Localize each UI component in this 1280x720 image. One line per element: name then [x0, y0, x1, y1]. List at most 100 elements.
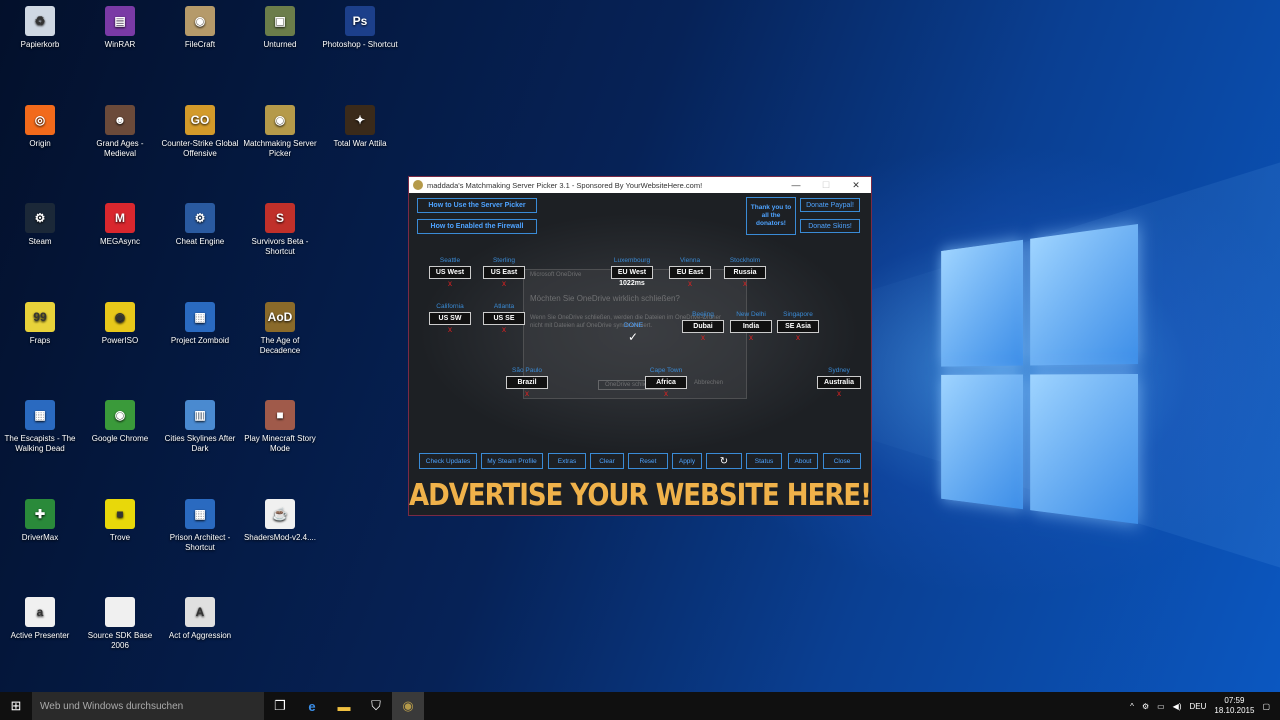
desktop-icon[interactable]: ▥ Cities Skylines After Dark	[160, 400, 240, 454]
server-button[interactable]: EU East	[669, 266, 711, 279]
server-button[interactable]: Africa	[645, 376, 687, 389]
desktop-icon[interactable]: ⚙ Cheat Engine	[160, 203, 240, 247]
maximize-button[interactable]: ☐	[811, 180, 841, 191]
desktop-icon[interactable]: GO Counter-Strike Global Offensive	[160, 105, 240, 159]
toolbar-reset-button[interactable]: Reset	[628, 453, 668, 469]
desktop-icon[interactable]: ▤ WinRAR	[80, 6, 160, 50]
server-button[interactable]: US SW	[429, 312, 471, 325]
server-unreachable-icon: x	[429, 325, 471, 335]
desktop-icon[interactable]: AoD The Age of Decadence	[240, 302, 320, 356]
server-button[interactable]: Dubai	[682, 320, 724, 333]
server-brazil[interactable]: São Paulo Brazil x	[506, 367, 548, 399]
volume-icon[interactable]: ◀)	[1173, 702, 1182, 711]
server-india[interactable]: New Delhi India x	[730, 311, 772, 343]
desktop-icon[interactable]: ▣ Unturned	[240, 6, 320, 50]
close-button[interactable]: ✕	[841, 180, 871, 191]
server-africa[interactable]: Cape Town Africa x	[645, 367, 687, 399]
donate-paypal-button[interactable]: Donate Paypal!	[800, 198, 860, 212]
desktop-icon-label: Steam	[0, 237, 80, 247]
desktop-icon[interactable]: ▦ Project Zomboid	[160, 302, 240, 346]
escapists-icon: ▦	[25, 400, 55, 430]
tray-expand-icon[interactable]: ^	[1130, 702, 1134, 711]
desktop-icon[interactable]: ⚙ Steam	[0, 203, 80, 247]
search-box[interactable]: Web und Windows durchsuchen	[32, 692, 264, 720]
onedrive-cancel-button[interactable]: Abbrechen	[694, 380, 723, 386]
server-picker-taskbar-icon[interactable]: ◉	[392, 692, 424, 720]
toolbar-clear-button[interactable]: Clear	[590, 453, 624, 469]
server-button[interactable]: Russia	[724, 266, 766, 279]
server-picker-window: maddada's Matchmaking Server Picker 3.1 …	[408, 176, 872, 516]
donate-skins-button[interactable]: Donate Skins!	[800, 219, 860, 233]
server-eu-west[interactable]: Luxembourg EU West 1022ms	[611, 257, 653, 289]
desktop-icon[interactable]: 99 Fraps	[0, 302, 80, 346]
steam-tray-icon[interactable]: ⚙	[1142, 702, 1149, 711]
server-button[interactable]: EU West	[611, 266, 653, 279]
server-unreachable-icon: x	[730, 333, 772, 343]
toolbar-about-button[interactable]: About	[788, 453, 818, 469]
toolbar-extras-button[interactable]: Extras	[548, 453, 586, 469]
toolbar-check-updates-button[interactable]: Check Updates	[419, 453, 477, 469]
firewall-button[interactable]: How to Enabled the Firewall	[417, 219, 537, 234]
desktop-icon[interactable]: ◉ Google Chrome	[80, 400, 160, 444]
server-dubai[interactable]: Beejing Dubai x	[682, 311, 724, 343]
desktop-icon[interactable]: Ps Photoshop - Shortcut	[320, 6, 400, 50]
desktop-icon[interactable]: A Act of Aggression	[160, 597, 240, 641]
desktop-icon[interactable]: S Survivors Beta - Shortcut	[240, 203, 320, 257]
desktop-icon[interactable]: ◎ Origin	[0, 105, 80, 149]
desktop-icon[interactable]: ■ Trove	[80, 499, 160, 543]
server-city-label: California	[429, 303, 471, 312]
desktop-icon[interactable]: ▦ The Escapists - The Walking Dead	[0, 400, 80, 454]
clock[interactable]: 07:59 18.10.2015	[1214, 696, 1254, 716]
toolbar-refresh-button[interactable]: ↻	[706, 453, 742, 469]
minimize-button[interactable]: —	[781, 180, 811, 191]
desktop-icon[interactable]: M MEGAsync	[80, 203, 160, 247]
toolbar-apply-button[interactable]: Apply	[672, 453, 702, 469]
filecraft-icon: ◉	[185, 6, 215, 36]
server-us-sw[interactable]: California US SW x	[429, 303, 471, 335]
desktop-icon[interactable]: ✦ Total War Attila	[320, 105, 400, 149]
how-to-use-button[interactable]: How to Use the Server Picker	[417, 198, 537, 213]
server-eu-east[interactable]: Vienna EU East x	[669, 257, 711, 289]
server-russia[interactable]: Stockholm Russia x	[724, 257, 766, 289]
server-us-west[interactable]: Seattle US West x	[429, 257, 471, 289]
desktop-icon[interactable]: ✚ DriverMax	[0, 499, 80, 543]
desktop-icon[interactable]: ♻ Papierkorb	[0, 6, 80, 50]
desktop-icon[interactable]: ▦ Prison Architect - Shortcut	[160, 499, 240, 553]
server-button[interactable]: US West	[429, 266, 471, 279]
server-us-se[interactable]: Atlanta US SE x	[483, 303, 525, 335]
server-us-east[interactable]: Sterling US East x	[483, 257, 525, 289]
window-titlebar[interactable]: maddada's Matchmaking Server Picker 3.1 …	[409, 177, 871, 193]
desktop-icon[interactable]: ◉ Matchmaking Server Picker	[240, 105, 320, 159]
desktop-icon[interactable]: Source SDK Base 2006	[80, 597, 160, 651]
file-explorer-icon[interactable]: ▬	[328, 692, 360, 720]
desktop-icon[interactable]: ◉ PowerISO	[80, 302, 160, 346]
server-button[interactable]: India	[730, 320, 772, 333]
photoshop-icon: Ps	[345, 6, 375, 36]
server-button[interactable]: SE Asia	[777, 320, 819, 333]
toolbar-status-button[interactable]: Status	[746, 453, 782, 469]
desktop-icon[interactable]: ☕ ShadersMod-v2.4....	[240, 499, 320, 543]
desktop-icon[interactable]: a Active Presenter	[0, 597, 80, 641]
notifications-icon[interactable]: ▢	[1262, 702, 1270, 711]
edge-icon[interactable]: e	[296, 692, 328, 720]
server-australia[interactable]: Sydney Australia x	[817, 367, 861, 399]
server-button[interactable]: US SE	[483, 312, 525, 325]
window-title: maddada's Matchmaking Server Picker 3.1 …	[427, 181, 702, 190]
toolbar-close-button[interactable]: Close	[823, 453, 861, 469]
server-se-asia[interactable]: Singapore SE Asia x	[777, 311, 819, 343]
desktop-icon[interactable]: ■ Play Minecraft Story Mode	[240, 400, 320, 454]
language-indicator[interactable]: DEU	[1190, 702, 1207, 711]
task-view-icon[interactable]: ❐	[264, 692, 296, 720]
advertisement-banner[interactable]: ADVERTISE YOUR WEBSITE HERE!	[409, 479, 871, 514]
desktop-icon[interactable]: ☻ Grand Ages - Medieval	[80, 105, 160, 159]
network-icon[interactable]: ▭	[1157, 702, 1165, 711]
desktop-icon[interactable]: ◉ FileCraft	[160, 6, 240, 50]
toolbar-my-steam-profile-button[interactable]: My Steam Profile	[481, 453, 543, 469]
server-button[interactable]: US East	[483, 266, 525, 279]
store-icon[interactable]: ⛉	[360, 692, 392, 720]
start-button[interactable]: ⊞	[0, 692, 32, 720]
server-button[interactable]: Australia	[817, 376, 861, 389]
desktop-icon-label: FileCraft	[160, 40, 240, 50]
desktop-icon-label: Origin	[0, 139, 80, 149]
server-button[interactable]: Brazil	[506, 376, 548, 389]
